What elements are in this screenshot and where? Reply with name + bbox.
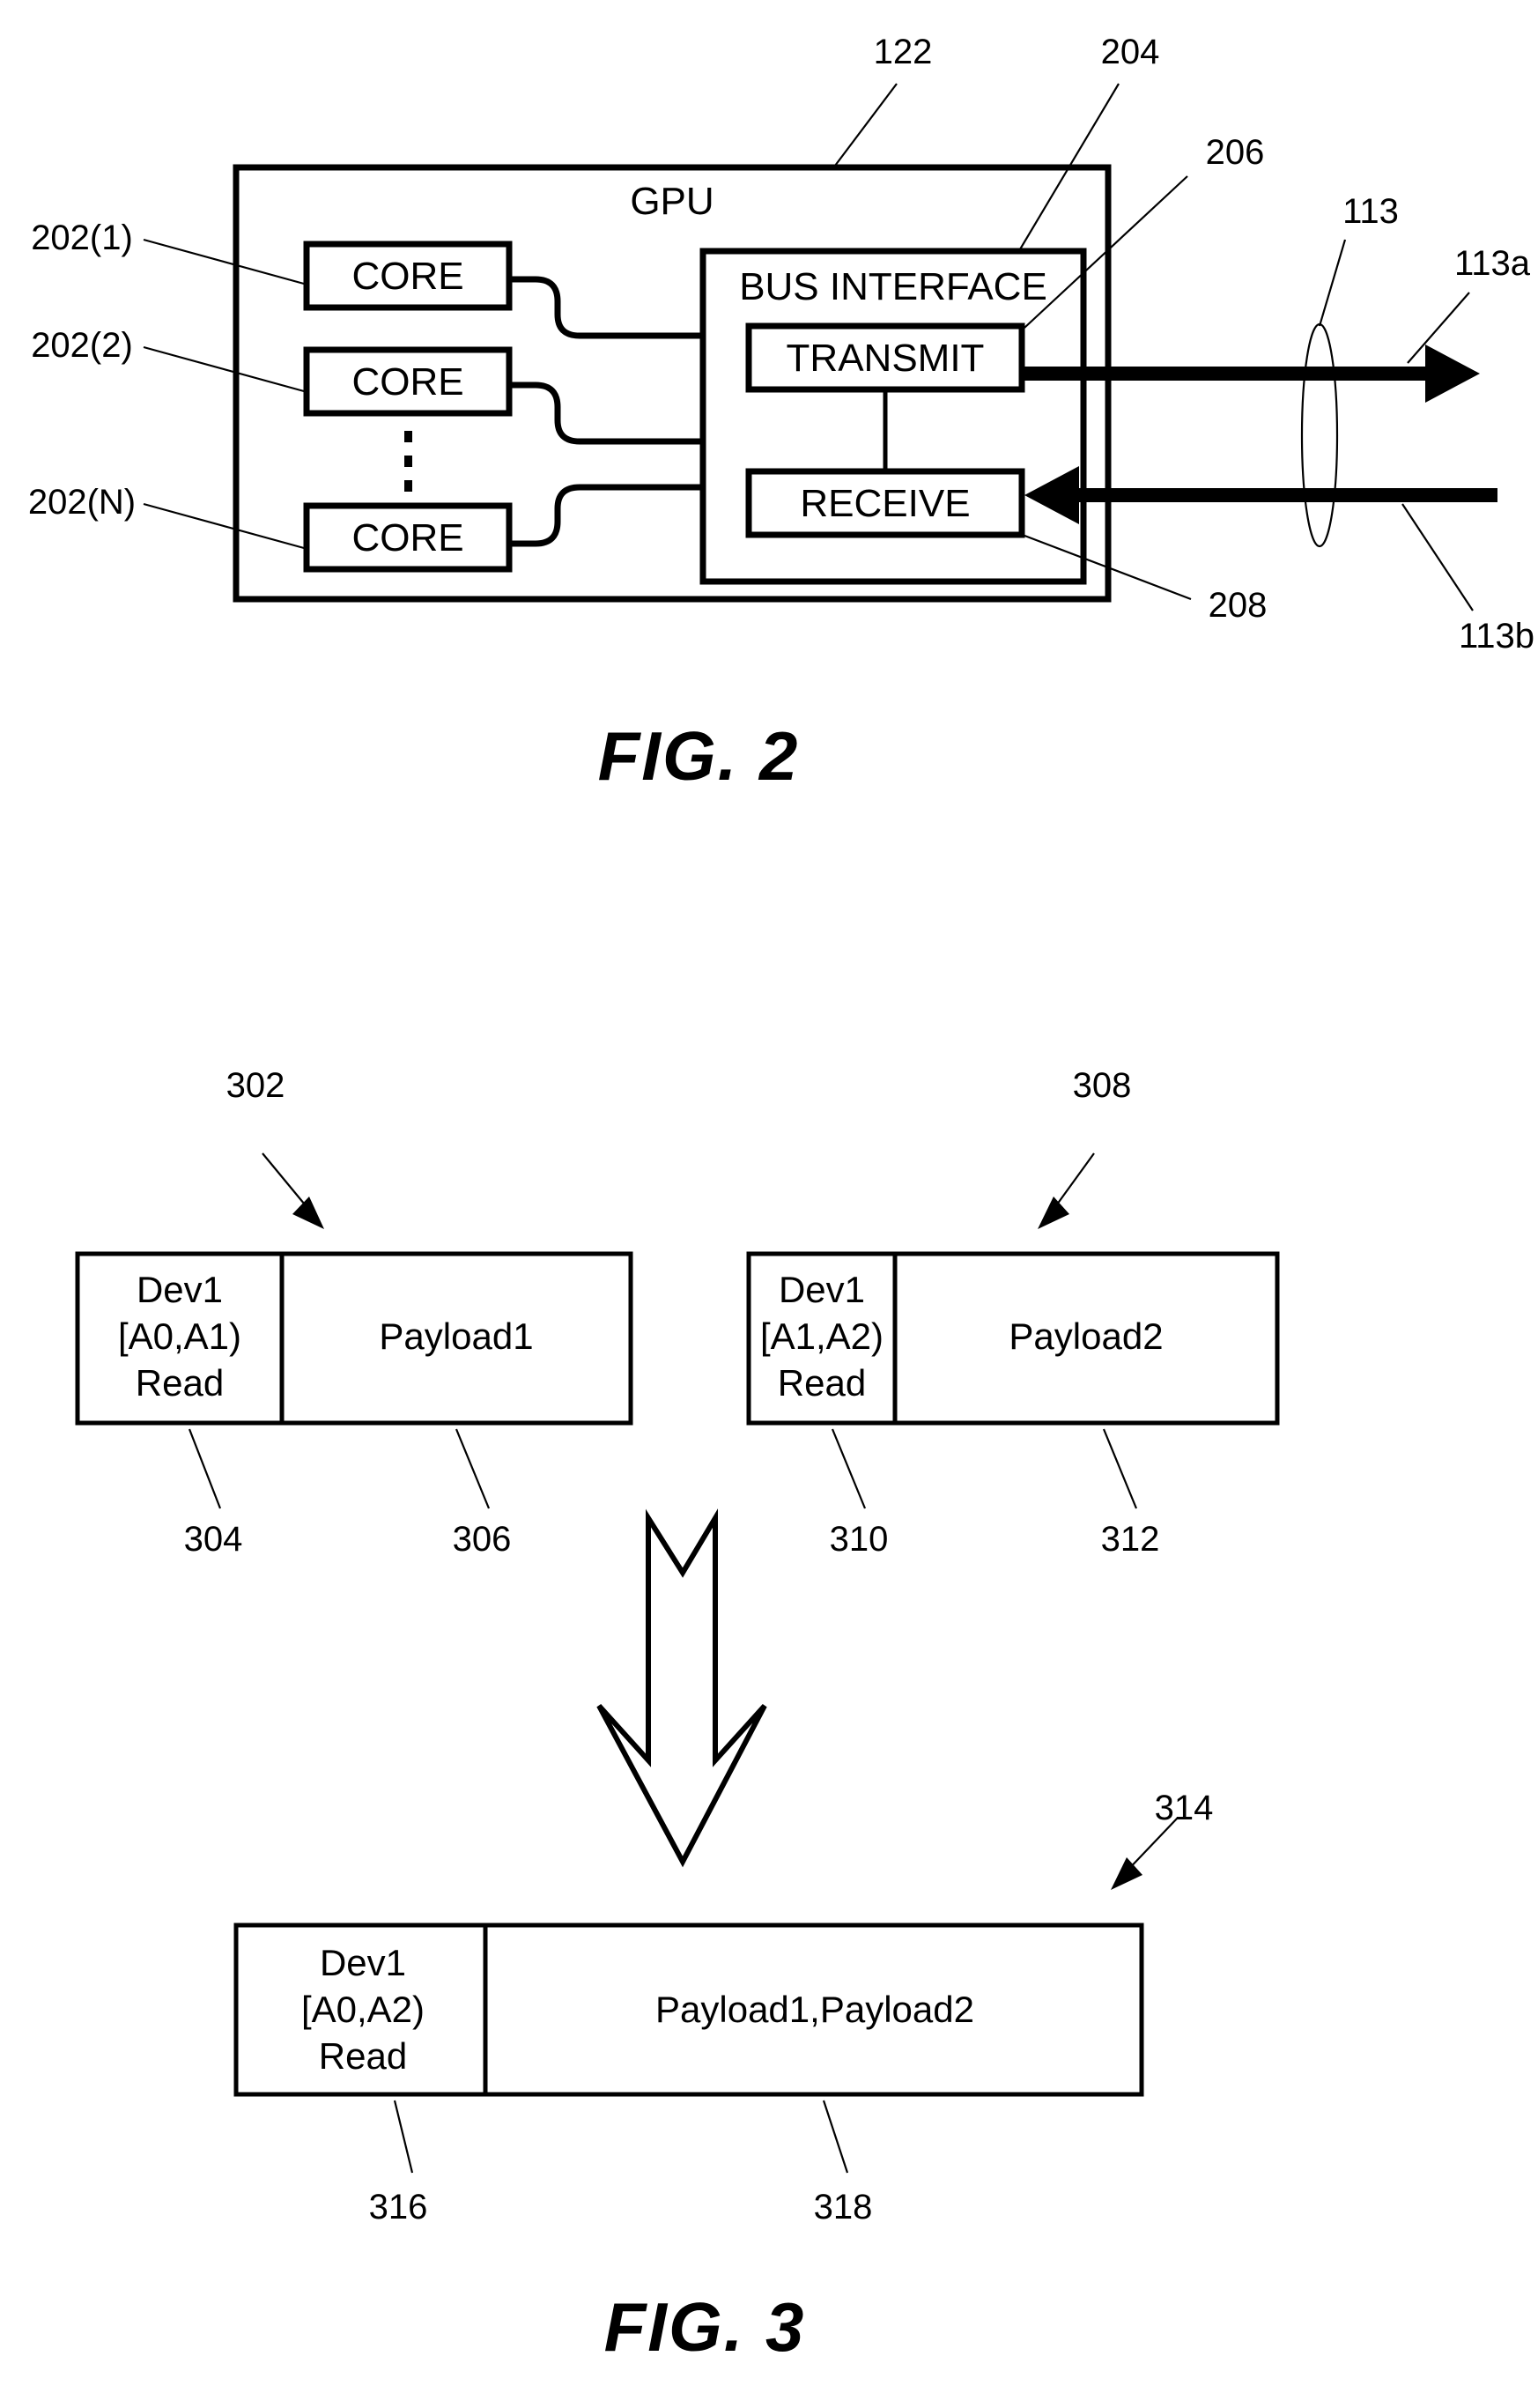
bus-interface-title: BUS INTERFACE xyxy=(739,265,1047,308)
ref-122: 122 xyxy=(874,33,933,71)
ref-308: 308 xyxy=(1073,1066,1132,1105)
ref-208: 208 xyxy=(1209,586,1268,625)
packet-302-header-line1: Dev1 xyxy=(137,1269,223,1310)
ref-310: 310 xyxy=(830,1520,889,1559)
packet-302-header-line3: Read xyxy=(136,1362,224,1404)
gpu-title: GPU xyxy=(630,180,714,223)
lead-line-122 xyxy=(834,83,898,167)
packet-314-payload-label: Payload1,Payload2 xyxy=(655,1989,974,2030)
packet-314: Dev1 [A0,A2) Read Payload1,Payload2 316 … xyxy=(233,1923,1144,2226)
figure-2-caption: FIG. 2 xyxy=(598,717,800,795)
ref-306: 306 xyxy=(453,1520,512,1559)
lead-line-318 xyxy=(822,2100,849,2174)
ref-113b: 113b xyxy=(1459,617,1534,656)
ref-202-n: 202(N) xyxy=(28,483,136,522)
ref-304: 304 xyxy=(184,1520,243,1559)
lead-line-113 xyxy=(1318,239,1347,327)
receive-label: RECEIVE xyxy=(800,482,970,525)
patent-figure-sheet: GPU 122 CORE 202(1) CORE 202(2) CORE 202… xyxy=(28,33,1534,2366)
ref-202-2: 202(2) xyxy=(31,326,133,365)
core-1-link xyxy=(509,276,703,339)
merge-down-arrow-icon xyxy=(596,1508,767,1868)
figure-3: 302 308 Dev1 [A0,A1) Read Payload1 304 3… xyxy=(75,1066,1280,2366)
packet-308-header-line2: [A1,A2) xyxy=(760,1315,884,1357)
lead-line-306 xyxy=(455,1428,491,1509)
packet-314-header-line3: Read xyxy=(319,2035,407,2077)
packet-302-payload-label: Payload1 xyxy=(379,1315,533,1357)
core-2-link xyxy=(509,382,703,445)
lead-line-312 xyxy=(1102,1428,1138,1509)
ref-202-1: 202(1) xyxy=(31,219,133,257)
lead-line-202-n xyxy=(143,502,305,550)
ref-206: 206 xyxy=(1206,133,1265,172)
packet-308-header-line3: Read xyxy=(778,1362,866,1404)
core-label-2: CORE xyxy=(351,360,463,404)
lead-line-202-2 xyxy=(143,345,305,393)
arrow-head-314 xyxy=(1111,1857,1142,1890)
figure-3-caption: FIG. 3 xyxy=(604,2288,806,2366)
packet-302-header-line2: [A0,A1) xyxy=(118,1315,241,1357)
inbound-arrow-head xyxy=(1024,466,1079,524)
core-ellipsis xyxy=(404,431,412,492)
bus-cable-marker xyxy=(1300,322,1339,548)
arrow-head-302 xyxy=(292,1197,324,1229)
packet-302: Dev1 [A0,A1) Read Payload1 304 306 xyxy=(75,1251,633,1559)
packet-308-header-line1: Dev1 xyxy=(779,1269,865,1310)
lead-line-316 xyxy=(393,2100,414,2174)
lead-line-310 xyxy=(831,1428,867,1509)
arrow-head-308 xyxy=(1038,1197,1069,1229)
packet-308: Dev1 [A1,A2) Read Payload2 310 312 xyxy=(746,1251,1280,1559)
lead-line-202-1 xyxy=(143,238,305,285)
ref-302: 302 xyxy=(226,1066,285,1105)
packet-314-header-line2: [A0,A2) xyxy=(301,1989,425,2030)
figure-2: GPU 122 CORE 202(1) CORE 202(2) CORE 202… xyxy=(28,33,1534,795)
ref-318: 318 xyxy=(814,2188,873,2226)
transmit-label: TRANSMIT xyxy=(787,337,985,380)
ref-204: 204 xyxy=(1101,33,1160,71)
ref-113: 113 xyxy=(1342,192,1399,231)
outbound-arrow-head xyxy=(1425,345,1480,403)
packet-314-header-line1: Dev1 xyxy=(320,1942,406,1983)
ref-316: 316 xyxy=(369,2188,428,2226)
ref-113a: 113a xyxy=(1454,244,1531,283)
core-n-link xyxy=(509,484,703,547)
ref-312: 312 xyxy=(1101,1520,1160,1559)
core-label-1: CORE xyxy=(351,255,463,298)
lead-line-304 xyxy=(188,1428,222,1509)
core-label-n: CORE xyxy=(351,516,463,559)
lead-line-113b xyxy=(1401,503,1474,611)
packet-308-payload-label: Payload2 xyxy=(1009,1315,1163,1357)
ref-314: 314 xyxy=(1155,1789,1214,1827)
